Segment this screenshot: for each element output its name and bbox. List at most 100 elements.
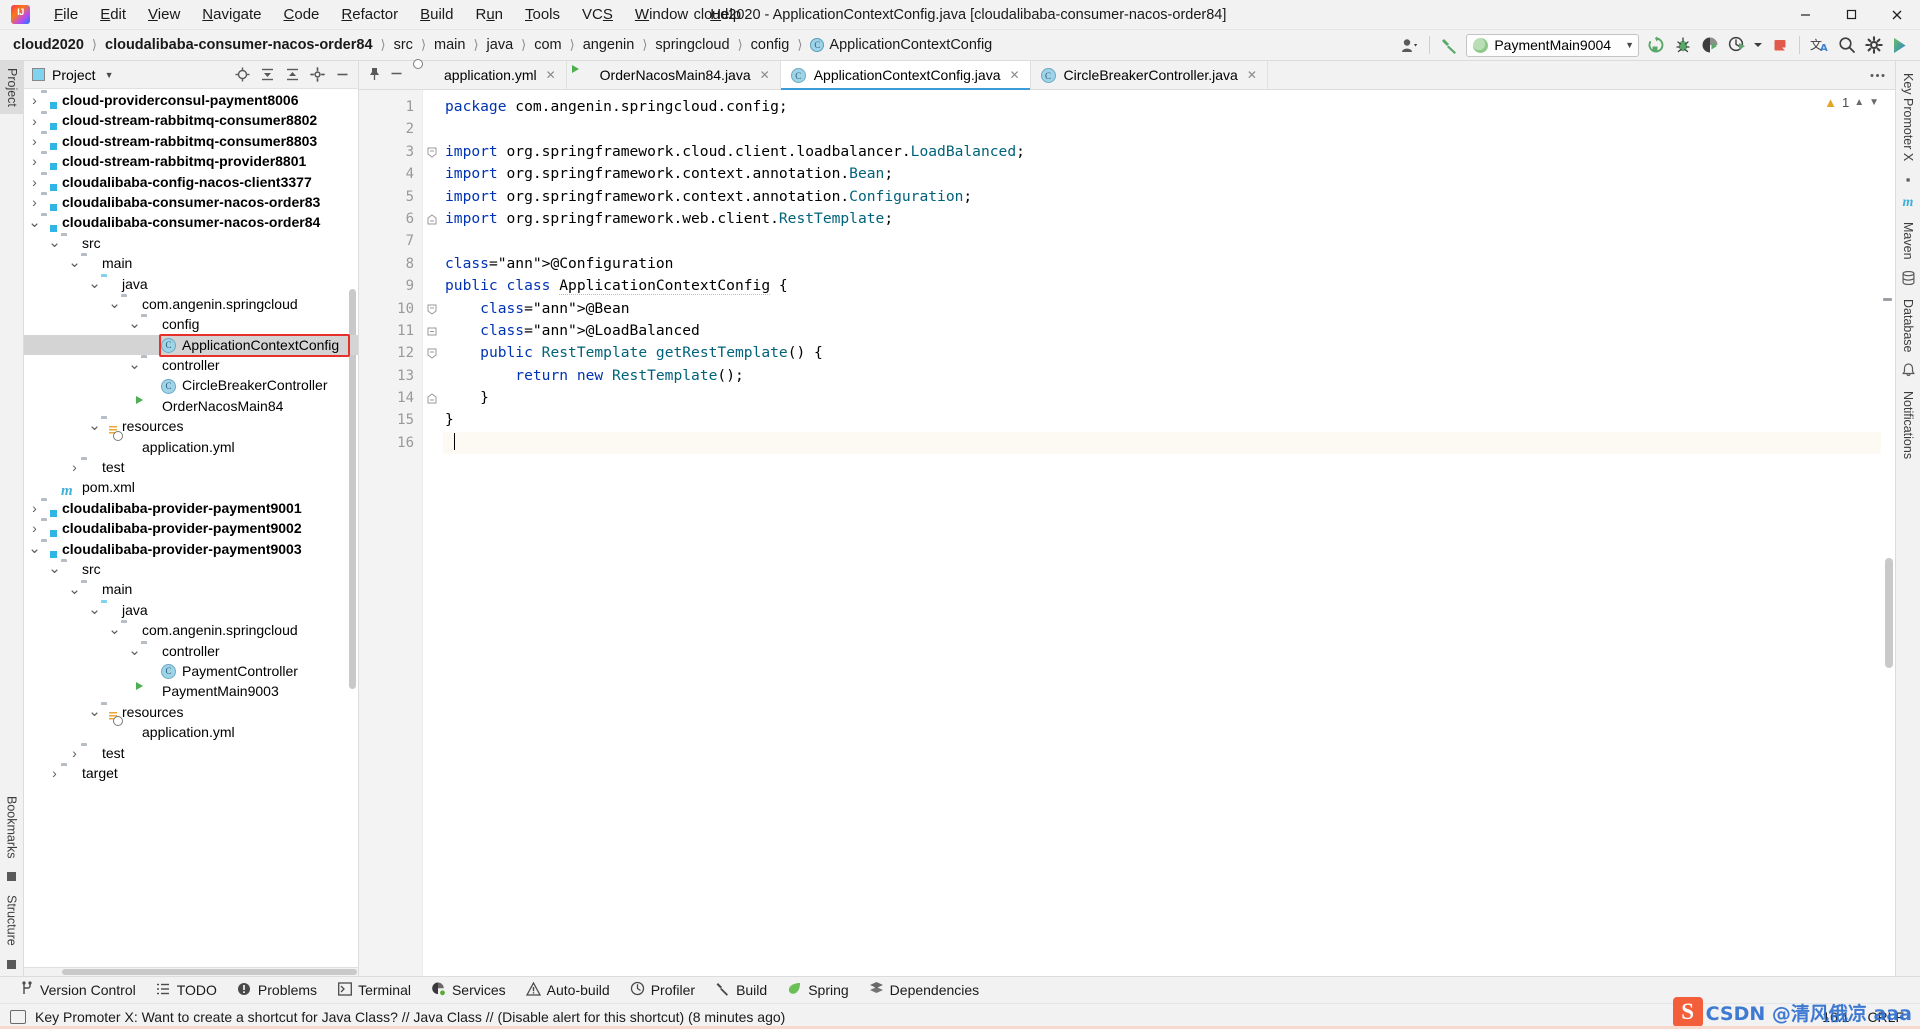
user-account-icon[interactable]: [1396, 32, 1423, 59]
tree-node-resources[interactable]: ⌄ resources: [24, 702, 358, 722]
tool-window-tab-terminal[interactable]: Terminal: [328, 979, 420, 1002]
chevron-right-icon[interactable]: ›: [28, 501, 41, 515]
code-line[interactable]: public class ApplicationContextConfig {: [443, 275, 1895, 297]
caret-position[interactable]: 16:1: [1822, 1009, 1849, 1025]
tree-node-cloud-stream-rabbitmq-consumer8802[interactable]: › cloud-stream-rabbitmq-consumer8802: [24, 110, 358, 130]
menu-build[interactable]: Build: [409, 2, 464, 28]
settings-gear-icon[interactable]: [305, 64, 329, 86]
code-line[interactable]: class="ann">@Bean: [443, 298, 1895, 320]
editor-tab-application-yml[interactable]: application.yml ✕: [411, 61, 567, 89]
tree-node-cloudalibaba-provider-payment9003[interactable]: ⌄ cloudalibaba-provider-payment9003: [24, 539, 358, 559]
code-line[interactable]: import org.springframework.context.annot…: [443, 163, 1895, 185]
menu-vcs[interactable]: VCS: [571, 2, 624, 28]
chevron-up-icon[interactable]: ▲: [1854, 97, 1864, 108]
chevron-down-icon[interactable]: ⌄: [88, 602, 101, 617]
sidebar-item-project[interactable]: Project: [0, 61, 23, 114]
fold-region[interactable]: [423, 118, 443, 140]
code-line[interactable]: return new RestTemplate();: [443, 365, 1895, 387]
sidebar-item-key-promoter-x[interactable]: Key Promoter X: [1897, 67, 1919, 167]
editor-tab-ordernacosmain84[interactable]: OrderNacosMain84.java ✕: [566, 61, 781, 89]
menu-run[interactable]: Run: [464, 2, 514, 28]
chevron-down-icon[interactable]: ⌄: [128, 316, 141, 331]
menu-tools[interactable]: Tools: [514, 2, 571, 28]
chevron-down-icon[interactable]: ⌄: [68, 255, 81, 270]
chevron-down-icon[interactable]: ⌄: [88, 276, 101, 291]
settings-gear-icon[interactable]: [1860, 32, 1887, 59]
code-line[interactable]: class="ann">@LoadBalanced: [443, 320, 1895, 342]
fold-region[interactable]: [423, 253, 443, 275]
ide-assistant-icon[interactable]: [1887, 32, 1914, 59]
code-line[interactable]: import org.springframework.web.client.Re…: [443, 208, 1895, 230]
tree-node-circlebreakercontroller[interactable]: C CircleBreakerController: [24, 375, 358, 395]
breadcrumb-item-4[interactable]: java: [484, 36, 517, 54]
tree-node-main[interactable]: ⌄ main: [24, 579, 358, 599]
code-line[interactable]: package com.angenin.springcloud.config;: [443, 96, 1895, 118]
tree-node-src[interactable]: ⌄ src: [24, 233, 358, 253]
code-line[interactable]: [443, 230, 1895, 252]
tool-window-tab-profiler[interactable]: Profiler: [621, 978, 704, 1002]
fold-region[interactable]: [423, 96, 443, 118]
fold-collapse-top-icon[interactable]: [427, 304, 437, 315]
fold-collapse-mid-icon[interactable]: [427, 326, 437, 336]
tree-node-src[interactable]: ⌄ src: [24, 559, 358, 579]
chevron-right-icon[interactable]: ›: [68, 460, 81, 474]
chevron-right-icon[interactable]: ›: [28, 154, 41, 168]
sidebar-item-maven[interactable]: Maven: [1897, 216, 1919, 266]
close-button[interactable]: [1874, 0, 1920, 30]
tool-window-tab-auto-build[interactable]: Auto-build: [517, 979, 619, 1002]
tree-node-ordernacosmain84[interactable]: OrderNacosMain84: [24, 396, 358, 416]
chevron-right-icon[interactable]: ›: [28, 93, 41, 107]
fold-collapse-bottom-icon[interactable]: [427, 393, 437, 404]
fold-region[interactable]: [423, 275, 443, 297]
fold-region[interactable]: [423, 342, 443, 364]
tree-node-cloudalibaba-config-nacos-client3377[interactable]: › cloudalibaba-config-nacos-client3377: [24, 172, 358, 192]
notification-icon[interactable]: [10, 1009, 26, 1024]
target-locate-icon[interactable]: [230, 64, 254, 86]
sidebar-item-notifications[interactable]: Notifications: [1897, 385, 1919, 465]
tree-node-test[interactable]: › test: [24, 743, 358, 763]
chevron-down-icon[interactable]: ⌄: [88, 418, 101, 433]
chevron-right-icon[interactable]: ›: [28, 175, 41, 189]
tool-window-tab-dependencies[interactable]: Dependencies: [860, 978, 989, 1002]
fold-region[interactable]: [423, 298, 443, 320]
tree-node-controller[interactable]: ⌄ controller: [24, 355, 358, 375]
collapse-all-icon[interactable]: [255, 64, 279, 86]
tool-window-tab-build[interactable]: Build: [706, 978, 776, 1002]
tree-node-com-angenin-springcloud[interactable]: ⌄ com.angenin.springcloud: [24, 294, 358, 314]
code-line[interactable]: }: [443, 409, 1895, 431]
tree-node-test[interactable]: › test: [24, 457, 358, 477]
translate-icon[interactable]: 文 A: [1806, 32, 1833, 59]
tree-node-application-yml[interactable]: application.yml: [24, 437, 358, 457]
editor-tab-circlebreakercontroller[interactable]: C CircleBreakerController.java ✕: [1030, 61, 1268, 89]
fold-region[interactable]: [423, 208, 443, 230]
tree-node-java[interactable]: ⌄ java: [24, 600, 358, 620]
menu-help[interactable]: Help: [699, 2, 752, 28]
tree-node-cloud-providerconsul-payment8006[interactable]: › cloud-providerconsul-payment8006: [24, 90, 358, 110]
rerun-icon[interactable]: [1642, 32, 1669, 59]
tree-node-config[interactable]: ⌄ config: [24, 314, 358, 334]
pin-tab-icon[interactable]: [365, 67, 383, 84]
code-editor[interactable]: 1 2 3 4 5 6 7 8 9 10 11 12 13 14 15 16 package com.ange…: [359, 90, 1895, 976]
chevron-down-icon[interactable]: [1750, 32, 1766, 59]
chevron-down-icon[interactable]: ⌄: [128, 357, 141, 372]
breadcrumb-item-9[interactable]: C ApplicationContextConfig: [807, 36, 995, 54]
tree-node-cloudalibaba-consumer-nacos-order84[interactable]: ⌄ cloudalibaba-consumer-nacos-order84: [24, 212, 358, 232]
code-line[interactable]: import org.springframework.context.annot…: [443, 186, 1895, 208]
menu-code[interactable]: Code: [273, 2, 331, 28]
error-stripe-marker-column[interactable]: [1881, 90, 1895, 976]
tree-node-paymentcontroller[interactable]: C PaymentController: [24, 661, 358, 681]
code-line[interactable]: [443, 118, 1895, 140]
expand-all-icon[interactable]: [280, 64, 304, 86]
close-icon[interactable]: ✕: [1247, 68, 1257, 82]
fold-region[interactable]: [423, 365, 443, 387]
run-configuration-selector[interactable]: PaymentMain9004 ▼: [1466, 33, 1639, 57]
hide-panel-icon[interactable]: [330, 64, 354, 86]
tree-node-application-yml[interactable]: application.yml: [24, 722, 358, 742]
tree-node-main[interactable]: ⌄ main: [24, 253, 358, 273]
fold-region[interactable]: [423, 432, 443, 454]
fold-region[interactable]: [423, 141, 443, 163]
breadcrumb-item-2[interactable]: src: [391, 36, 416, 54]
fold-collapse-top-icon[interactable]: [427, 147, 437, 158]
chevron-down-icon[interactable]: ▼: [105, 70, 114, 80]
chevron-down-icon[interactable]: ▼: [1617, 40, 1634, 50]
